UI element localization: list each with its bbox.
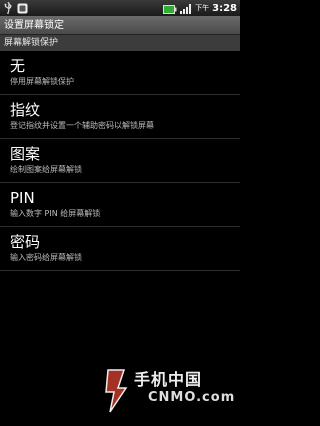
usb-icon [3,0,13,18]
option-subtitle: 输入数字 PIN 给屏幕解锁 [10,209,101,218]
section-header: 屏幕解锁保护 [0,35,240,51]
status-bar-left [3,0,28,18]
option-subtitle: 登记指纹并设置一个辅助密码以解锁屏幕 [10,121,154,130]
status-ampm: 下午 [195,4,210,12]
option-title: 指纹 [10,101,41,119]
option-title: PIN [10,189,35,207]
option-title: 密码 [10,233,41,251]
page-title: 设置屏幕锁定 [0,16,240,35]
option-title: 无 [10,57,26,75]
watermark-emblem-icon [105,369,128,413]
option-subtitle: 绘制图案给屏幕解锁 [10,165,82,174]
option-title: 图案 [10,145,41,163]
status-time: 3:28 [212,2,237,14]
option-pin[interactable]: PIN 输入数字 PIN 给屏幕解锁 [0,183,240,227]
battery-icon [163,0,177,18]
option-password[interactable]: 密码 输入密码给屏幕解锁 [0,227,240,271]
option-fingerprint[interactable]: 指纹 登记指纹并设置一个辅助密码以解锁屏幕 [0,95,240,139]
status-bar-right: 下午 3:28 [163,0,237,18]
status-bar: 下午 3:28 [0,0,240,16]
option-pattern[interactable]: 图案 绘制图案给屏幕解锁 [0,139,240,183]
notification-icon [17,0,28,18]
watermark-domain: CNMO.com [148,390,236,405]
option-none[interactable]: 无 停用屏幕解锁保护 [0,51,240,95]
watermark-logo: 手机中国 CNMO.com [104,366,236,416]
watermark-name: 手机中国 [134,370,203,389]
signal-icon [180,0,192,18]
option-subtitle: 停用屏幕解锁保护 [10,77,74,86]
option-subtitle: 输入密码给屏幕解锁 [10,253,82,262]
